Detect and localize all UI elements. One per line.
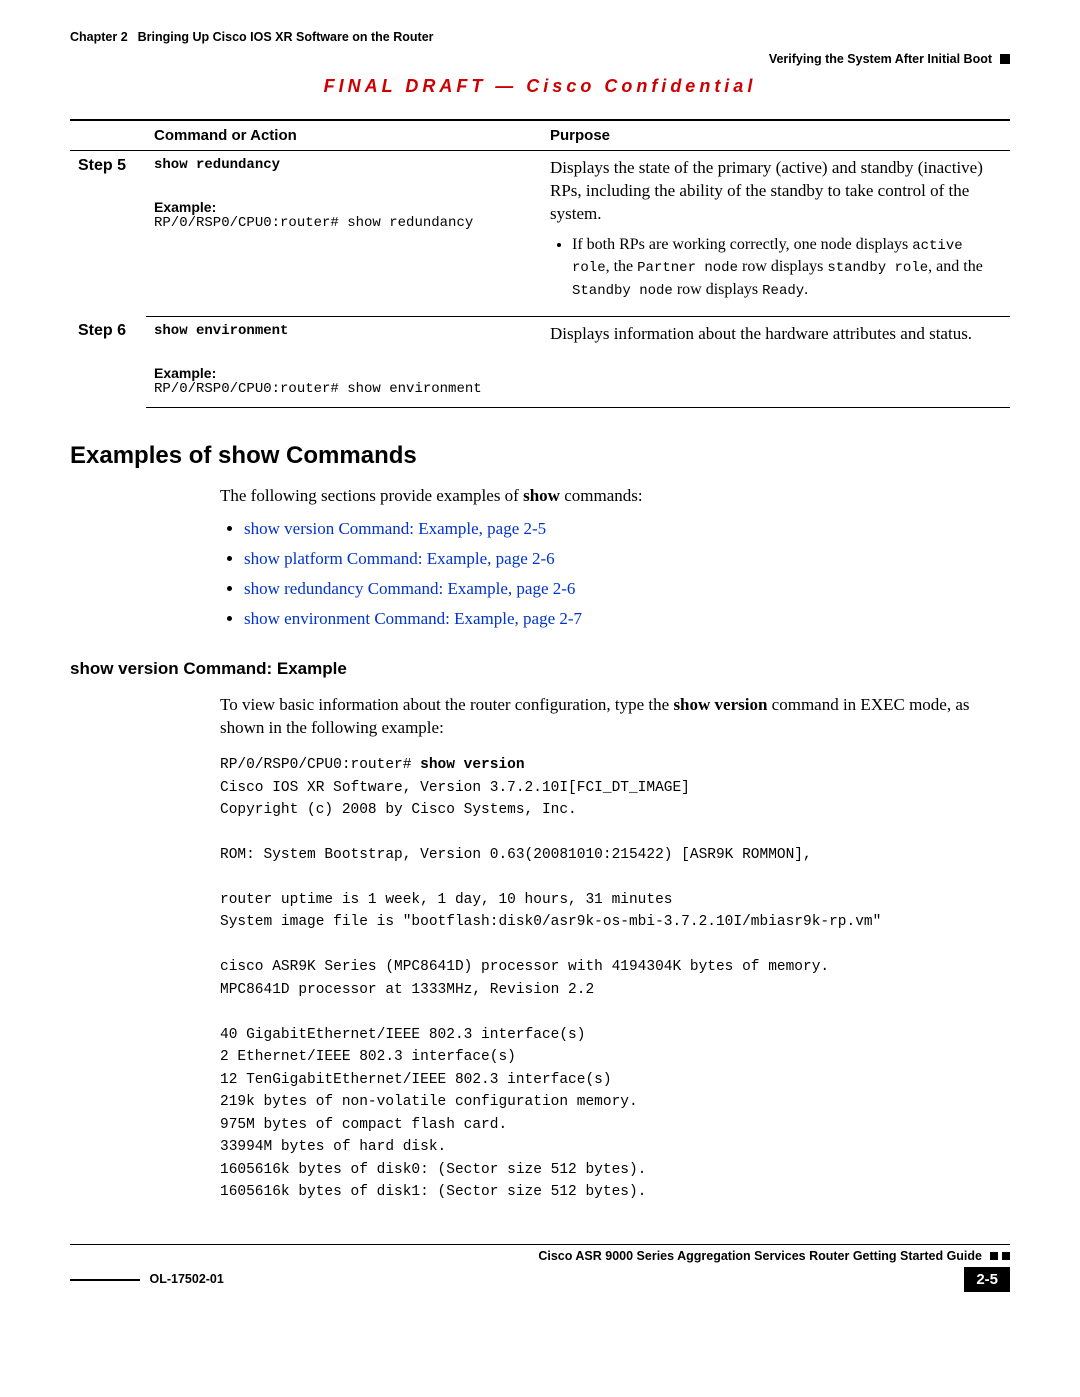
table-row: Step 5 show redundancy Example: RP/0/RSP… [70, 151, 1010, 317]
confidential-banner: FINAL DRAFT — Cisco Confidential [70, 76, 1010, 97]
subsection-body: To view basic information about the rout… [220, 693, 1010, 1204]
chapter-title: Bringing Up Cisco IOS XR Software on the… [138, 30, 434, 44]
page-footer: Cisco ASR 9000 Series Aggregation Servic… [70, 1244, 1010, 1292]
page: Chapter 2 Bringing Up Cisco IOS XR Softw… [0, 0, 1080, 1332]
command-name: show environment [154, 323, 534, 339]
col-header-command: Command or Action [146, 120, 542, 151]
footer-marker-icon [1002, 1252, 1010, 1260]
list-item: show platform Command: Example, page 2-6 [244, 547, 1010, 571]
page-header: Chapter 2 Bringing Up Cisco IOS XR Softw… [70, 30, 1010, 66]
doc-id: OL-17502-01 [149, 1272, 223, 1286]
purpose-text: Displays information about the hardware … [550, 323, 1002, 346]
console-output: RP/0/RSP0/CPU0:router# show version Cisc… [220, 754, 1010, 1203]
command-table: Command or Action Purpose Step 5 show re… [70, 119, 1010, 408]
purpose-bullet: If both RPs are working correctly, one n… [572, 234, 1002, 302]
table-row: Step 6 show environment Example: RP/0/RS… [70, 316, 1010, 407]
xref-link[interactable]: show environment Command: Example, page … [244, 609, 582, 628]
purpose-text: Displays the state of the primary (activ… [550, 157, 1002, 226]
purpose-bullet-list: If both RPs are working correctly, one n… [550, 234, 1002, 302]
page-number: 2-5 [964, 1267, 1010, 1292]
xref-link[interactable]: show version Command: Example, page 2-5 [244, 519, 546, 538]
section-title-right: Verifying the System After Initial Boot [769, 52, 992, 66]
example-label: Example: [154, 199, 534, 215]
step-label: Step 6 [70, 316, 146, 407]
list-item: show environment Command: Example, page … [244, 607, 1010, 631]
xref-link[interactable]: show platform Command: Example, page 2-6 [244, 549, 555, 568]
command-name: show redundancy [154, 157, 534, 173]
xref-link[interactable]: show redundancy Command: Example, page 2… [244, 579, 575, 598]
link-list: show version Command: Example, page 2-5 … [220, 517, 1010, 630]
list-item: show version Command: Example, page 2-5 [244, 517, 1010, 541]
section-heading: Examples of show Commands [70, 442, 1010, 470]
section-intro: The following sections provide examples … [220, 484, 1010, 631]
chapter-label: Chapter 2 [70, 30, 128, 44]
example-label: Example: [154, 365, 534, 381]
guide-title: Cisco ASR 9000 Series Aggregation Servic… [538, 1249, 982, 1263]
example-command: RP/0/RSP0/CPU0:router# show environment [154, 381, 534, 397]
subsection-heading: show version Command: Example [70, 659, 1010, 679]
footer-marker-icon [990, 1252, 998, 1260]
step-label: Step 5 [70, 151, 146, 317]
example-command: RP/0/RSP0/CPU0:router# show redundancy [154, 215, 534, 231]
list-item: show redundancy Command: Example, page 2… [244, 577, 1010, 601]
footer-rule-icon [70, 1278, 140, 1281]
col-header-purpose: Purpose [542, 120, 1010, 151]
header-marker-icon [1000, 54, 1010, 64]
